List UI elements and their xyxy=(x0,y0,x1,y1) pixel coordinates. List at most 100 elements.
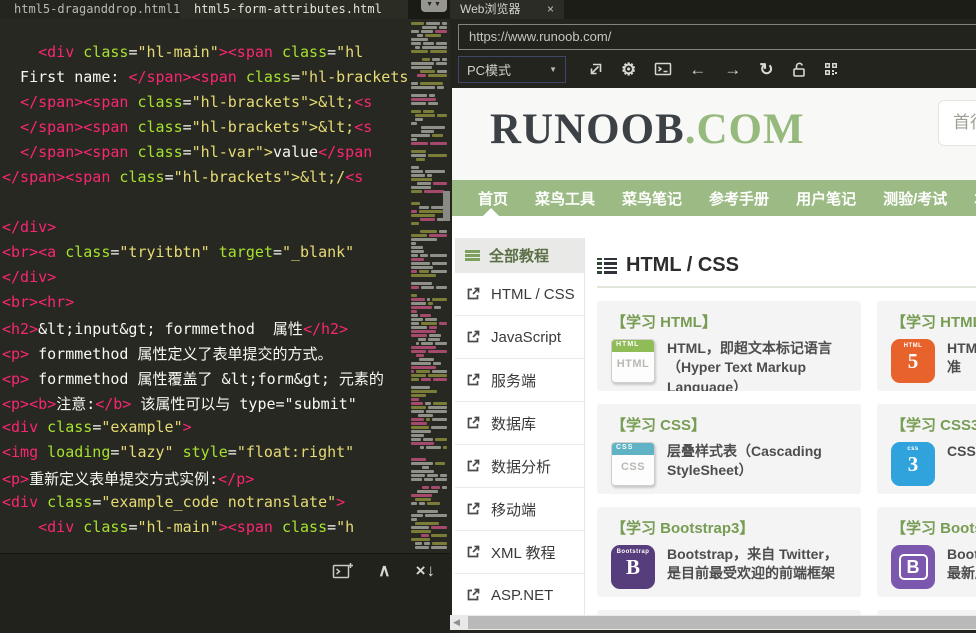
nav-item[interactable]: 参考手册 xyxy=(709,188,769,209)
editor-tab-form-attributes[interactable]: html5-form-attributes.html xyxy=(180,0,408,19)
card-title: 【学习 CSS3】 xyxy=(891,417,976,434)
css3-badge-icon: css 3 xyxy=(891,442,935,486)
sidebar-item-label: ASP.NET xyxy=(491,586,554,604)
sidebar-header[interactable]: 全部教程 xyxy=(455,238,584,273)
back-icon[interactable]: ← xyxy=(689,61,707,78)
nav-item[interactable]: 首页 xyxy=(478,188,508,209)
tutorial-card[interactable]: 【学习 CSS3】 css3 CSS3 是最新的 CSS 标准 xyxy=(877,404,976,494)
external-link-icon xyxy=(467,502,480,515)
external-link-icon xyxy=(467,459,480,472)
site-header: RUNOOB.COM 首行 xyxy=(452,88,976,180)
minimap-scrollbar[interactable] xyxy=(443,191,450,221)
forward-icon[interactable]: → xyxy=(724,61,742,78)
sidebar-item[interactable]: 数据分析 xyxy=(455,445,584,488)
sidebar-item[interactable]: 移动端 xyxy=(455,488,584,531)
close-icon[interactable]: × xyxy=(547,0,564,19)
device-mode-select[interactable]: PC模式 ▼ xyxy=(458,55,566,83)
sidebar-item[interactable]: ASP.NET xyxy=(455,574,584,615)
main-nav: 首页菜鸟工具菜鸟笔记参考手册用户笔记测验/考试本地书签 xyxy=(452,180,976,216)
runoob-logo[interactable]: RUNOOB.COM xyxy=(490,105,805,154)
card-title: 【学习 HTML】 xyxy=(611,314,717,331)
url-input[interactable]: https://www.runoob.com/ xyxy=(458,24,976,50)
nav-item[interactable]: 菜鸟工具 xyxy=(535,188,595,209)
editor-tab-draganddrop[interactable]: html5-draganddrop.html1 xyxy=(0,0,180,19)
external-link-icon xyxy=(467,588,480,601)
html5-badge-icon: HTML 5 xyxy=(891,339,935,383)
browser-tab-label: Web浏览器 xyxy=(460,2,521,16)
main-column: HTML / CSS 【学习 HTML】 HTML HTML HTML，即超文本标… xyxy=(597,238,976,615)
chevron-down-icon: ▼ xyxy=(549,64,557,74)
sidebar-item-label: 移动端 xyxy=(491,501,537,519)
collapse-up-icon[interactable]: ∧ xyxy=(378,562,391,579)
sidebar-item[interactable]: XML 教程 xyxy=(455,531,584,574)
logo-runoob-text: RUNOOB xyxy=(490,106,685,153)
card-description: CSS3 是最新的 CSS 标准 xyxy=(947,443,976,459)
editor-bottom-icons: ∧ ×↓ xyxy=(332,562,436,579)
hamburger-icon xyxy=(465,250,480,261)
section-heading-label: HTML / CSS xyxy=(626,254,739,276)
logo-com-text: .COM xyxy=(684,106,805,153)
minimap[interactable] xyxy=(411,22,447,551)
sidebar-item-label: 数据库 xyxy=(491,415,537,433)
card-title: 【学习 Bootstrap4】 xyxy=(891,520,976,537)
lock-open-icon[interactable] xyxy=(792,61,806,78)
external-link-icon xyxy=(467,330,480,343)
card-description: Bootstrap，来自 Twitter，是目前最受欢迎的前端框架 xyxy=(667,546,838,582)
sidebar-item[interactable]: JavaScript xyxy=(455,316,584,359)
external-link-icon xyxy=(467,545,480,558)
terminal-icon[interactable] xyxy=(654,61,672,77)
section-heading: HTML / CSS xyxy=(597,254,976,277)
tutorial-cards-grid: 【学习 HTML】 HTML HTML HTML，即超文本标记语言（Hyper T… xyxy=(597,301,976,615)
editor-body: <div class="hl-main"><span class="hl Fir… xyxy=(0,19,450,553)
sidebar-item[interactable]: HTML / CSS xyxy=(455,273,584,316)
close-panel-icon[interactable]: ×↓ xyxy=(416,562,436,579)
external-link-icon xyxy=(467,287,480,300)
card-description: 层叠样式表（Cascading StyleSheet） xyxy=(667,443,822,479)
header-search-box[interactable]: 首行 xyxy=(938,100,976,146)
code-editor-pane: html5-draganddrop.html1 html5-form-attri… xyxy=(0,0,450,633)
editor-bottom-panel: ∧ ×↓ xyxy=(0,553,450,633)
refresh-icon[interactable]: ↻ xyxy=(759,61,774,78)
browser-tab-bar: Web浏览器 × xyxy=(450,0,976,19)
list-icon xyxy=(597,257,617,274)
sidebar-item-label: 服务端 xyxy=(491,372,537,390)
sidebar-item-label: HTML / CSS xyxy=(491,285,575,303)
card-description: Bootstrap4 是 Bootstrap 的最新版本 xyxy=(947,546,976,582)
nav-item[interactable]: 用户笔记 xyxy=(796,188,856,209)
tutorial-card[interactable]: 【学习 Bootstrap4】 B Bootstrap4 是 Bootstrap… xyxy=(877,507,976,597)
card-description: HTML，即超文本标记语言（Hyper Text Markup Language… xyxy=(667,340,832,391)
code-lines: <div class="hl-main"><span class="hl Fir… xyxy=(2,43,408,536)
sidebar-item[interactable]: 数据库 xyxy=(455,402,584,445)
tutorial-card[interactable]: 【学习 CSS】 CSS CSS 层叠样式表（Cascading StyleShe… xyxy=(597,404,861,494)
nav-item[interactable]: 菜鸟笔记 xyxy=(622,188,682,209)
gear-icon[interactable]: ⚙ xyxy=(621,61,637,78)
horizontal-scrollbar[interactable]: ◀ xyxy=(450,615,976,630)
new-terminal-icon[interactable] xyxy=(332,562,354,579)
nav-item[interactable]: 测验/考试 xyxy=(883,188,947,209)
app-window: html5-draganddrop.html1 html5-form-attri… xyxy=(0,0,976,633)
browser-tab[interactable]: Web浏览器 × xyxy=(450,0,564,19)
popout-icon[interactable] xyxy=(587,61,604,78)
tutorial-card[interactable]: 【学习 Bootstrap3】 Bootstrap B Bootstrap，来自 … xyxy=(597,507,861,597)
editor-tab-bar: html5-draganddrop.html1 html5-form-attri… xyxy=(0,0,450,19)
card-title: 【学习 Bootstrap3】 xyxy=(611,520,755,537)
qr-code-icon[interactable] xyxy=(823,61,839,77)
sidebar-item-label: 数据分析 xyxy=(491,458,552,476)
card-description: HTML5 是下一代 HTML 标准 xyxy=(947,340,976,376)
browser-toolbar: PC模式 ▼ ⚙ ← → ↻ xyxy=(458,55,839,83)
device-mode-value: PC模式 xyxy=(467,62,512,78)
sidebar-item[interactable]: 服务端 xyxy=(455,359,584,402)
tutorial-card[interactable]: 【学习 HTML5】 HTML5 HTML5 是下一代 HTML 标准 xyxy=(877,301,976,391)
scroll-left-arrow-icon[interactable]: ◀ xyxy=(453,617,460,628)
tab-overflow-icon[interactable]: ▼▼ xyxy=(421,0,447,12)
card-title: 【学习 CSS】 xyxy=(611,417,707,434)
card-title: 【学习 HTML5】 xyxy=(891,314,976,331)
web-browser-pane: Web浏览器 × https://www.runoob.com/ PC模式 ▼ … xyxy=(450,0,976,633)
active-nav-caret xyxy=(483,208,499,216)
sidebar-item-label: XML 教程 xyxy=(491,544,556,562)
sidebar-item-label: JavaScript xyxy=(491,328,562,346)
scrollbar-thumb[interactable] xyxy=(468,616,976,629)
tutorial-card[interactable]: 【学习 HTML】 HTML HTML HTML，即超文本标记语言（Hyper T… xyxy=(597,301,861,391)
bootstrap3-badge-icon: Bootstrap B xyxy=(611,545,655,589)
external-link-icon xyxy=(467,416,480,429)
